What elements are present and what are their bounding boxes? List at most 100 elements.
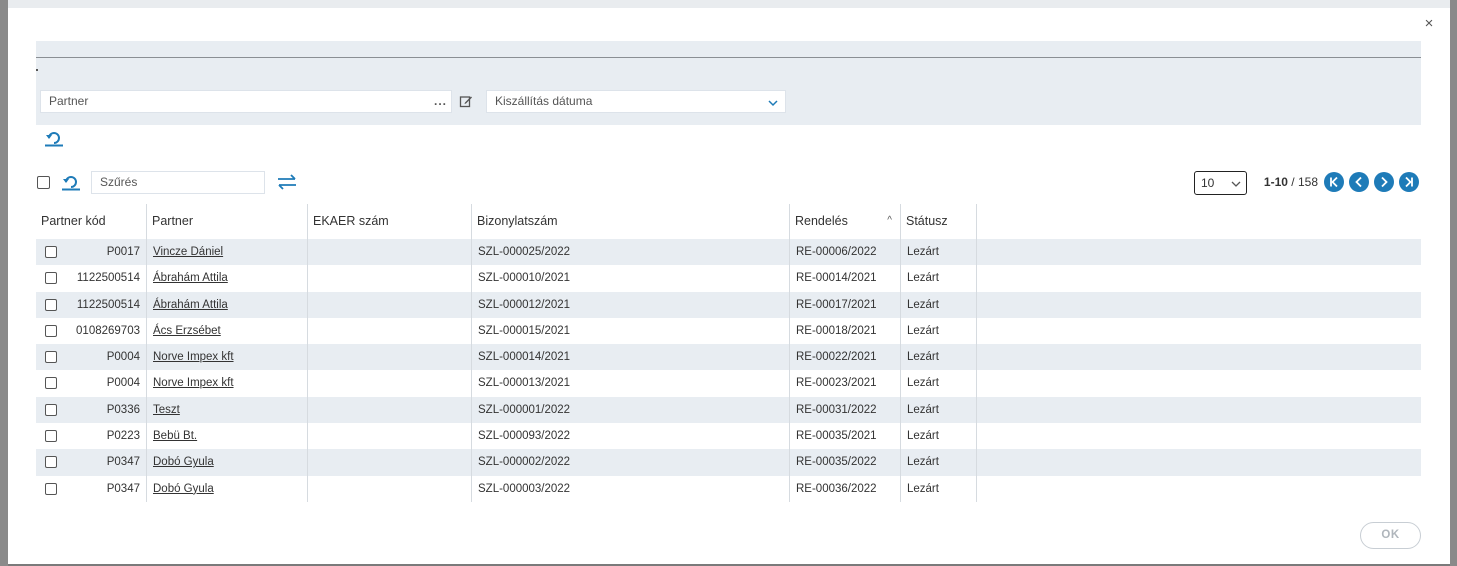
cell-partner-code: P0004 bbox=[36, 344, 147, 371]
cell-partner-text[interactable]: Vincze Dániel bbox=[153, 246, 223, 258]
table-row[interactable]: P0347 Dobó Gyula SZL-000002/2022 RE-00035/2… bbox=[36, 449, 1421, 476]
column-header-order-label: Rendelés bbox=[795, 214, 848, 228]
cell-document-number-text: SZL-000010/2021 bbox=[478, 272, 571, 285]
row-checkbox[interactable] bbox=[45, 272, 57, 285]
cell-document-number-text: SZL-000014/2021 bbox=[478, 351, 571, 364]
table-row[interactable]: P0223 Bebü Bt. SZL-000093/2022 RE-00035/202… bbox=[36, 423, 1421, 450]
reset-filters-icon[interactable] bbox=[44, 128, 64, 148]
column-header-order[interactable]: Rendelés ^ bbox=[790, 204, 901, 239]
partner-filter-input[interactable]: Partner ... bbox=[40, 90, 452, 113]
filter-panel-marker bbox=[36, 69, 38, 71]
cell-ekaer bbox=[308, 344, 472, 371]
reset-table-icon[interactable] bbox=[61, 172, 81, 192]
cell-partner-text[interactable]: Teszt bbox=[153, 404, 180, 416]
row-checkbox[interactable] bbox=[45, 430, 57, 443]
cell-partner: Dobó Gyula bbox=[147, 475, 308, 502]
cell-order-text: RE-00031/2022 bbox=[796, 403, 877, 416]
cell-ekaer bbox=[308, 370, 472, 397]
column-header-ekaer[interactable]: EKAER szám bbox=[308, 204, 472, 239]
cell-status: Lezárt bbox=[901, 423, 977, 450]
select-all-checkbox[interactable] bbox=[37, 176, 50, 189]
background-overlay-right bbox=[1450, 0, 1457, 566]
column-header-status[interactable]: Státusz bbox=[901, 204, 977, 239]
cell-status: Lezárt bbox=[901, 370, 977, 397]
partner-lookup-button[interactable]: ... bbox=[434, 91, 447, 112]
column-header-document-number[interactable]: Bizonylatszám bbox=[472, 204, 790, 239]
last-page-icon[interactable] bbox=[1399, 172, 1419, 192]
row-checkbox[interactable] bbox=[45, 351, 57, 364]
next-page-icon[interactable] bbox=[1374, 172, 1394, 192]
first-page-icon[interactable] bbox=[1324, 172, 1344, 192]
cell-partner: Teszt bbox=[147, 396, 308, 424]
page-size-select[interactable]: 10 bbox=[1194, 171, 1247, 195]
cell-document-number-text: SZL-000003/2022 bbox=[478, 482, 571, 495]
cell-partner-code-text: P0336 bbox=[106, 403, 140, 416]
table-body: P0017 Vincze Dániel SZL-000025/2022 RE-0000… bbox=[36, 239, 1421, 502]
page-range: 1-10 bbox=[1263, 175, 1288, 189]
cell-document-number: SZL-000013/2021 bbox=[472, 370, 790, 397]
cell-status-text: Lezárt bbox=[907, 324, 939, 337]
cell-partner-text[interactable]: Ábrahám Attila bbox=[153, 272, 228, 284]
table-row[interactable]: P0004 Norve Impex kft SZL-000014/2021 RE-00… bbox=[36, 344, 1421, 371]
cell-partner-code: 0108269703 bbox=[36, 317, 147, 345]
cell-document-number-text: SZL-000015/2021 bbox=[478, 324, 571, 337]
row-checkbox[interactable] bbox=[45, 298, 57, 311]
table-filter-input[interactable]: Szűrés bbox=[91, 171, 265, 194]
cell-status-text: Lezárt bbox=[907, 298, 939, 311]
cell-document-number: SZL-000015/2021 bbox=[472, 317, 790, 345]
table-toolbar: Szűrés 10 1-10 / 158 bbox=[36, 170, 1421, 196]
pagination: 10 1-10 / 158 bbox=[1121, 170, 1421, 196]
cell-ekaer bbox=[308, 291, 472, 318]
cell-document-number: SZL-000002/2022 bbox=[472, 449, 790, 476]
cell-document-number: SZL-000001/2022 bbox=[472, 396, 790, 424]
table-row[interactable]: P0017 Vincze Dániel SZL-000025/2022 RE-0000… bbox=[36, 239, 1421, 266]
row-checkbox[interactable] bbox=[45, 482, 57, 495]
date-type-select[interactable]: Kiszállítás dátuma bbox=[486, 90, 786, 113]
filter-panel-header bbox=[36, 41, 1421, 58]
row-checkbox[interactable] bbox=[45, 246, 57, 258]
cell-status: Lezárt bbox=[901, 239, 977, 266]
ok-button[interactable]: OK bbox=[1360, 522, 1421, 549]
cell-document-number-text: SZL-000001/2022 bbox=[478, 403, 571, 416]
cell-order-text: RE-00023/2021 bbox=[796, 377, 877, 390]
close-button[interactable]: × bbox=[1422, 16, 1436, 31]
cell-status: Lezárt bbox=[901, 291, 977, 318]
cell-partner-text[interactable]: Ábrahám Attila bbox=[153, 299, 228, 311]
cell-ekaer bbox=[308, 475, 472, 502]
cell-order: RE-00036/2022 bbox=[790, 475, 901, 502]
cell-status: Lezárt bbox=[901, 265, 977, 292]
table-row[interactable]: 1122500514 Ábrahám Attila SZL-000012/2021 R… bbox=[36, 291, 1421, 318]
prev-page-icon[interactable] bbox=[1349, 172, 1369, 192]
cell-order: RE-00017/2021 bbox=[790, 291, 901, 318]
cell-status-text: Lezárt bbox=[907, 377, 939, 390]
edit-icon[interactable] bbox=[459, 94, 473, 108]
cell-partner-text[interactable]: Dobó Gyula bbox=[153, 456, 214, 468]
table-row[interactable]: 0108269703 Ács Erzsébet SZL-000015/2021 RE-… bbox=[36, 317, 1421, 345]
cell-ekaer bbox=[308, 317, 472, 345]
background-overlay-left bbox=[0, 0, 8, 566]
cell-partner-text[interactable]: Bebü Bt. bbox=[153, 430, 197, 442]
selection-modal: × Partner ... Kiszállítás dátuma Szűrés … bbox=[8, 8, 1450, 564]
column-header-partner-code[interactable]: Partner kód bbox=[36, 204, 147, 239]
cell-status-text: Lezárt bbox=[907, 456, 939, 469]
sort-ascending-icon: ^ bbox=[887, 215, 892, 226]
table-row[interactable]: P0336 Teszt SZL-000001/2022 RE-00031/2022 Le… bbox=[36, 396, 1421, 424]
cell-document-number: SZL-000093/2022 bbox=[472, 423, 790, 450]
row-checkbox[interactable] bbox=[45, 377, 57, 390]
cell-partner-text[interactable]: Dobó Gyula bbox=[153, 483, 214, 495]
row-checkbox[interactable] bbox=[45, 324, 57, 337]
cell-partner: Bebü Bt. bbox=[147, 423, 308, 450]
cell-partner-text[interactable]: Ács Erzsébet bbox=[153, 325, 221, 337]
row-checkbox[interactable] bbox=[45, 403, 57, 416]
table-row[interactable]: 1122500514 Ábrahám Attila SZL-000010/2021 R… bbox=[36, 265, 1421, 292]
cell-partner-text[interactable]: Norve Impex kft bbox=[153, 351, 234, 363]
row-checkbox[interactable] bbox=[45, 456, 57, 469]
table-row[interactable]: P0347 Dobó Gyula SZL-000003/2022 RE-00036/2… bbox=[36, 475, 1421, 502]
cell-document-number: SZL-000014/2021 bbox=[472, 344, 790, 371]
cell-partner-text[interactable]: Norve Impex kft bbox=[153, 377, 234, 389]
swap-arrows-icon[interactable] bbox=[276, 173, 298, 191]
cell-status: Lezárt bbox=[901, 317, 977, 345]
table-row[interactable]: P0004 Norve Impex kft SZL-000013/2021 RE-00… bbox=[36, 370, 1421, 397]
column-header-partner[interactable]: Partner bbox=[147, 204, 308, 239]
cell-partner-code: P0347 bbox=[36, 475, 147, 502]
